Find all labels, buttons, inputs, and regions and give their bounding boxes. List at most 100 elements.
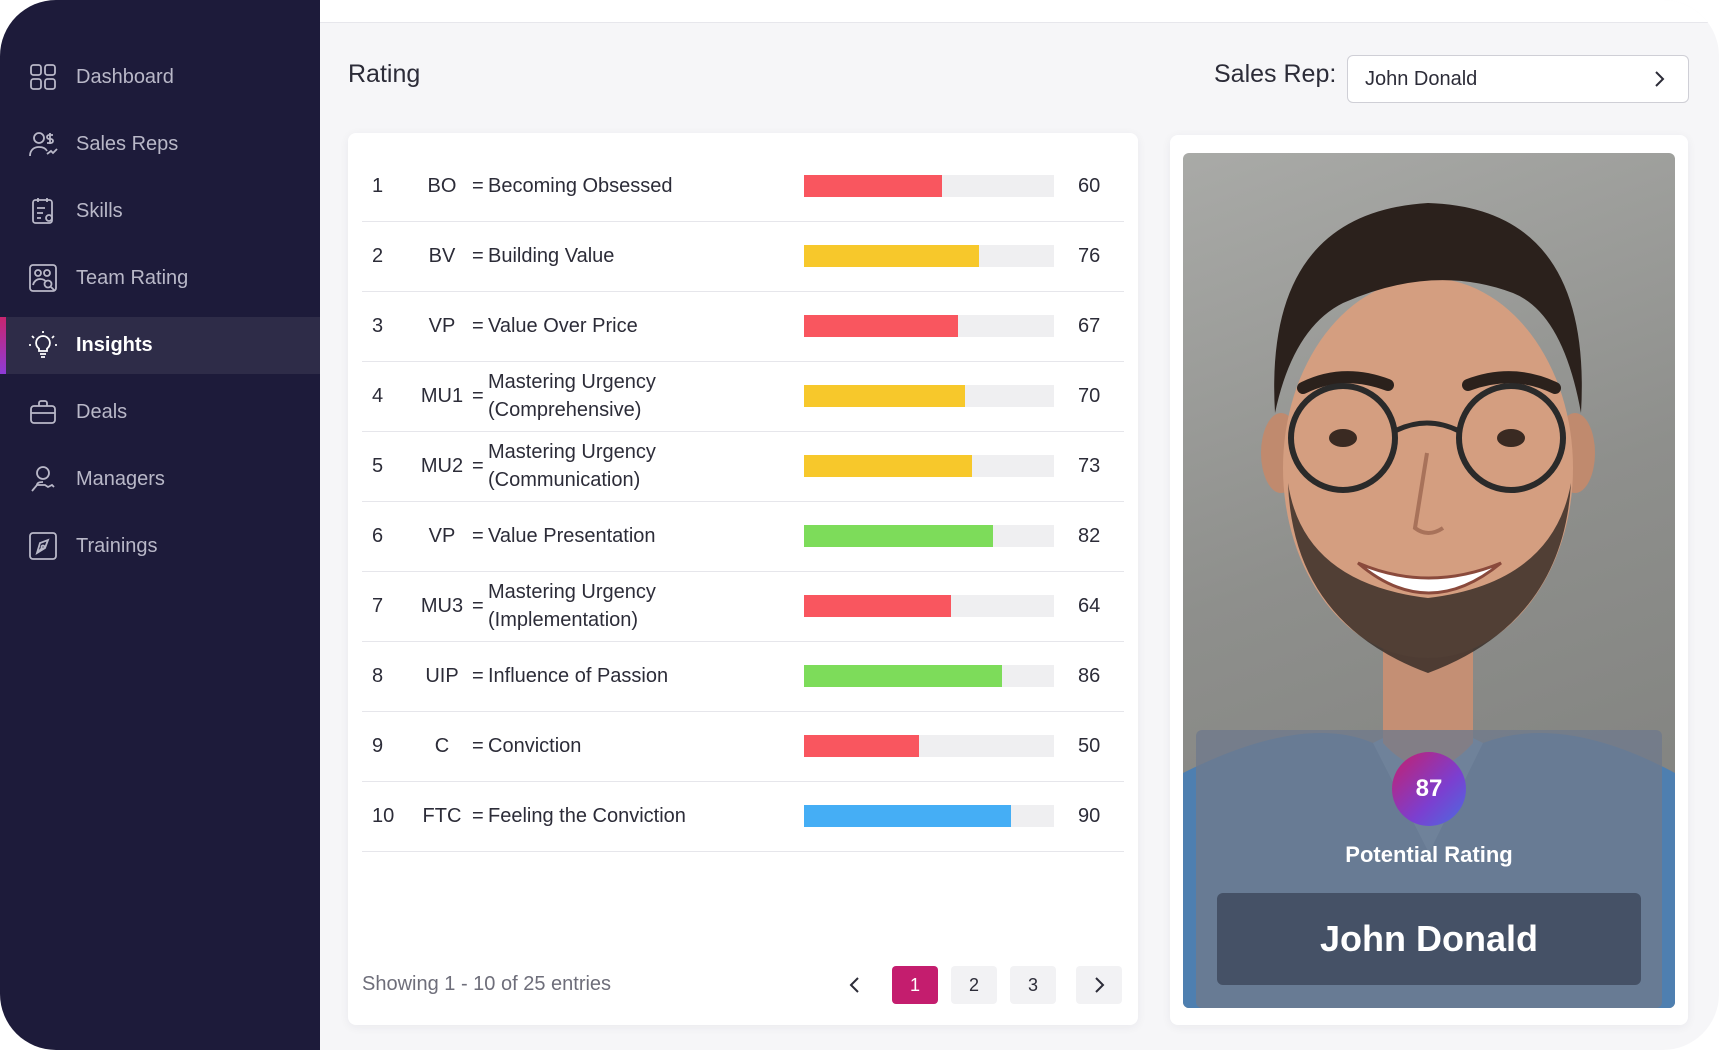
rating-number: 3: [372, 315, 384, 337]
grid-icon: [28, 62, 58, 92]
rating-row: 1 BO = Becoming Obsessed 60: [362, 151, 1124, 222]
rating-name: Mastering Urgency (Comprehensive): [488, 371, 656, 421]
sidebar-item-sales-reps[interactable]: Sales Reps: [0, 116, 320, 173]
rating-equals: =: [472, 595, 484, 617]
rating-bar-fill: [804, 175, 942, 197]
rating-equals: =: [472, 315, 484, 337]
sidebar-item-managers[interactable]: Managers: [0, 451, 320, 508]
rating-bar-track: [804, 595, 1054, 617]
rating-score: 50: [1078, 735, 1101, 757]
prev-page-button[interactable]: [832, 966, 878, 1004]
rating-score: 64: [1078, 595, 1101, 617]
rating-name: Value Presentation: [488, 525, 656, 547]
pen-nib-icon: [28, 531, 58, 561]
rating-score: 73: [1078, 455, 1101, 477]
rating-bar-track: [804, 665, 1054, 687]
rating-bar-fill: [804, 735, 919, 757]
sidebar-item-team-rating[interactable]: Team Rating: [0, 250, 320, 307]
rating-bar-fill: [804, 455, 972, 477]
sales-rep-label: Sales Rep:: [1214, 60, 1337, 88]
rating-card: 1 BO = Becoming Obsessed 60 2 BV = Building Valu…: [348, 133, 1138, 1025]
rating-overlay: 87 Potential Rating John Donald: [1196, 730, 1662, 1008]
team-rating-icon: [28, 263, 58, 293]
rating-number: 5: [372, 455, 384, 477]
rating-score: 76: [1078, 245, 1101, 267]
rating-code: UIP: [425, 665, 459, 687]
page-button-1[interactable]: 1: [892, 966, 938, 1004]
rating-number: 7: [372, 595, 384, 617]
sales-rep-select[interactable]: John Donald: [1347, 55, 1689, 103]
rating-row: 6 VP = Value Presentation 82: [362, 501, 1124, 572]
rating-code: VP: [428, 315, 456, 337]
rating-name: Feeling the Conviction: [488, 805, 686, 827]
profile-name: John Donald: [1320, 918, 1538, 959]
rating-code: FTC: [422, 805, 462, 827]
rating-score: 67: [1078, 315, 1101, 337]
sidebar-item-dashboard[interactable]: Dashboard: [0, 49, 320, 106]
rating-bar-track: [804, 385, 1054, 407]
chevron-right-icon: [1095, 977, 1105, 993]
rating-score: 86: [1078, 665, 1101, 687]
rating-bar-track: [804, 525, 1054, 547]
sidebar-item-insights[interactable]: Insights: [0, 317, 320, 374]
page-button-3[interactable]: 3: [1010, 966, 1056, 1004]
rating-bar-track: [804, 245, 1054, 267]
rating-bar-track: [804, 175, 1054, 197]
rating-equals: =: [472, 455, 484, 477]
rating-name: Conviction: [488, 735, 582, 757]
rating-bar-fill: [804, 525, 993, 547]
next-page-button[interactable]: [1076, 966, 1122, 1004]
rating-equals: =: [472, 245, 484, 267]
rating-row: 5 MU2 = Mastering Urgency (Communication) 73: [362, 431, 1124, 502]
potential-score-badge: 87: [1392, 752, 1466, 826]
sidebar-item-deals[interactable]: Deals: [0, 384, 320, 441]
sidebar: Dashboard Sales Reps Skills Team Rating …: [0, 0, 320, 1050]
page-button-2[interactable]: 2: [951, 966, 997, 1004]
profile-card: 87 Potential Rating John Donald: [1170, 135, 1688, 1025]
sidebar-item-label: Insights: [76, 334, 153, 356]
rating-number: 8: [372, 665, 384, 687]
rating-score: 70: [1078, 385, 1101, 407]
briefcase-icon: [28, 397, 58, 427]
rating-score: 82: [1078, 525, 1101, 547]
rating-bar-fill: [804, 385, 965, 407]
rating-name: Mastering Urgency (Implementation): [488, 581, 656, 631]
page-title: Rating: [348, 60, 421, 88]
rating-number: 1: [372, 175, 384, 197]
rating-code: MU1: [420, 385, 464, 407]
sidebar-item-label: Trainings: [76, 535, 158, 557]
rating-bar-fill: [804, 245, 979, 267]
rating-number: 4: [372, 385, 384, 407]
rating-equals: =: [472, 175, 484, 197]
rating-name: Influence of Passion: [488, 665, 669, 687]
rating-bar-fill: [804, 595, 952, 617]
sidebar-item-label: Dashboard: [76, 66, 174, 88]
rating-score: 60: [1078, 175, 1101, 197]
rating-bar-track: [804, 315, 1054, 337]
rating-name: Value Over Price: [488, 315, 638, 337]
clipboard-list-icon: [28, 196, 58, 226]
rating-number: 6: [372, 525, 384, 547]
rating-name: Mastering Urgency (Communication): [488, 441, 656, 491]
users-dollar-icon: [28, 129, 58, 159]
rating-row: 8 UIP = Influence of Passion 86: [362, 641, 1124, 712]
active-indicator: [0, 317, 6, 374]
rating-equals: =: [472, 665, 484, 687]
sidebar-item-label: Skills: [76, 200, 123, 222]
top-bar: [320, 0, 1719, 23]
rating-number: 9: [372, 735, 384, 757]
rating-equals: =: [472, 525, 484, 547]
sidebar-item-trainings[interactable]: Trainings: [0, 518, 320, 575]
sidebar-item-label: Team Rating: [76, 267, 189, 289]
rating-equals: =: [472, 385, 484, 407]
rating-row: 7 MU3 = Mastering Urgency (Implementation) 6…: [362, 571, 1124, 642]
lightbulb-icon: [28, 330, 58, 360]
rating-score: 90: [1078, 805, 1101, 827]
rating-equals: =: [472, 735, 484, 757]
rating-code: C: [434, 735, 450, 757]
sidebar-item-label: Managers: [76, 468, 165, 490]
rating-bar-fill: [804, 805, 1011, 827]
rating-code: MU2: [420, 455, 464, 477]
sidebar-item-skills[interactable]: Skills: [0, 183, 320, 240]
sidebar-item-label: Deals: [76, 401, 128, 423]
